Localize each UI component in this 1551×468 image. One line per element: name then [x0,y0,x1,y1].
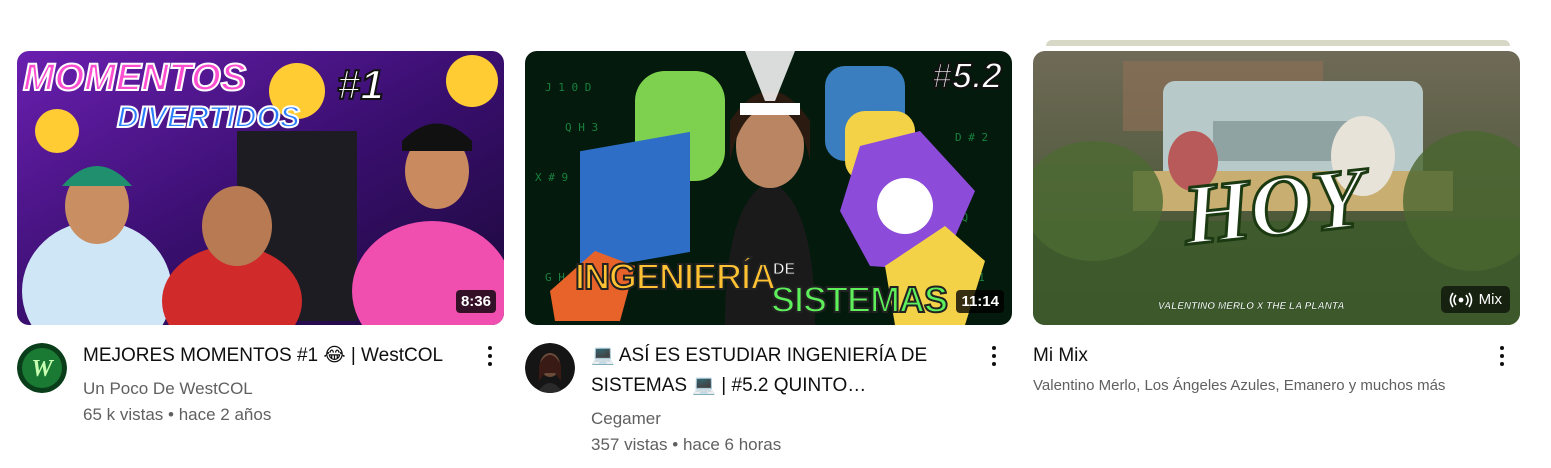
mix-stack-indicator [1046,40,1510,46]
channel-name[interactable]: Cegamer [591,409,971,429]
video-card-1[interactable]: MOMENTOS DIVERTIDOS #1 8:36 W MEJORES MO… [17,51,504,461]
video-title[interactable]: 💻 ASÍ ES ESTUDIAR INGENIERÍA DE SISTEMAS… [591,341,971,401]
svg-text:J 1 0 D: J 1 0 D [545,81,591,94]
thumbnail-title-line-1: INGENIERÍA [574,255,777,298]
duration-badge: 8:36 [455,290,496,313]
video-stats: 65 k vistas • hace 2 años [83,405,272,424]
svg-text:X # 9: X # 9 [535,171,568,184]
thumbnail-title: HOY [1177,147,1371,264]
channel-avatar[interactable]: W [17,343,67,393]
mix-badge: Mix [1440,286,1510,313]
thumbnail-number: #5.2 [931,54,1003,97]
svg-text:W: W [31,356,54,382]
thumbnail-title-line-2: DIVERTIDOS [116,100,301,135]
thumbnail-title-line-1: MOMENTOS [22,56,247,100]
mix-subtitle: Valentino Merlo, Los Ángeles Azules, Ema… [1033,377,1446,394]
video-thumbnail[interactable]: J 1 0 DQ H 3X # 9 1 0 FG H 7H 5 Q D # 2B… [525,51,1012,325]
more-vert-icon[interactable] [1490,339,1514,373]
video-card-2[interactable]: J 1 0 DQ H 3X # 9 1 0 FG H 7H 5 Q D # 2B… [525,51,1012,461]
thumbnail-number: #1 [336,60,385,109]
mix-thumbnail[interactable]: HOY VALENTINO MERLO X THE LA PLANTA Mix [1033,51,1520,325]
video-stats: 357 vistas • hace 6 horas [591,435,782,454]
video-thumbnail[interactable]: MOMENTOS DIVERTIDOS #1 8:36 [17,51,504,325]
svg-text:D # 2: D # 2 [955,131,988,144]
svg-text:Q H 3: Q H 3 [565,121,598,134]
mix-title[interactable]: Mi Mix [1033,341,1473,371]
video-title[interactable]: MEJORES MOMENTOS #1 😂 | WestCOL [83,341,463,371]
thumbnail-artists: VALENTINO MERLO X THE LA PLANTA [1158,301,1345,312]
thumbnail-title-line-2: SISTEMAS [770,278,949,321]
mix-card[interactable]: HOY VALENTINO MERLO X THE LA PLANTA Mix … [1033,51,1520,461]
channel-name[interactable]: Un Poco De WestCOL [83,379,463,399]
mix-badge-label: Mix [1478,291,1502,308]
thumbnail-title-de: DE [772,261,796,279]
duration-badge: 11:14 [956,290,1004,313]
radio-broadcast-icon [1449,292,1472,307]
channel-avatar[interactable] [525,343,575,393]
more-vert-icon[interactable] [982,339,1006,373]
more-vert-icon[interactable] [478,339,502,373]
